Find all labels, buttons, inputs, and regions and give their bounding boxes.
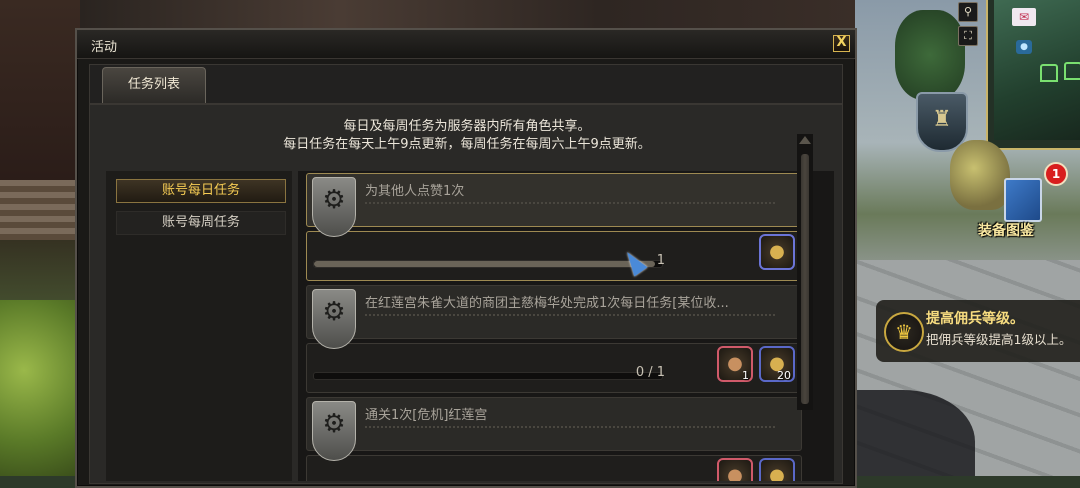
tab-quest-list[interactable]: 任务列表 — [102, 67, 206, 103]
grass-patch — [0, 300, 80, 476]
scroll-thumb[interactable] — [801, 154, 809, 404]
chat-icon[interactable]: ● — [1016, 40, 1032, 54]
gold-pouch-icon[interactable]: ● — [759, 234, 795, 270]
title-bar[interactable]: 活动 X — [77, 30, 855, 59]
equipment-book-label[interactable]: 装备图鉴 — [978, 220, 1034, 240]
quest-progress-row: 1 ● — [306, 231, 802, 281]
quest-emblem-icon: ⚙ — [312, 289, 356, 349]
window-title: 活动 — [91, 40, 118, 55]
notice-line: 每日及每周任务为服务器内所有角色共享。 — [343, 119, 591, 134]
quest-item[interactable]: 通关1次[危机]红莲宫 ● ● ⚙ — [306, 397, 802, 481]
reward-count: 1 — [742, 369, 749, 382]
quest-title: 为其他人点赞1次 — [365, 184, 465, 199]
stone-steps — [0, 180, 80, 240]
quest-item[interactable]: 为其他人点赞1次 1 ● ⚙ — [306, 173, 802, 283]
progress-bar — [313, 260, 663, 268]
quest-list: 为其他人点赞1次 1 ● ⚙ 在红莲宫朱雀大道的商团主慈梅华处完成1次每日任务[… — [298, 171, 834, 481]
mercenary-notice[interactable]: ♛ 提高佣兵等级。 把佣兵等级提高1级以上。 — [876, 300, 1080, 362]
reward-count: 20 — [777, 369, 791, 382]
mail-icon[interactable]: ✉ — [1012, 8, 1036, 26]
equipment-book-icon[interactable] — [1004, 178, 1042, 222]
tree — [895, 10, 965, 100]
activity-window: 活动 X 任务列表 每日及每周任务为服务器内所有角色共享。 每日任务在每天上午9… — [75, 28, 857, 488]
tab-strip: 任务列表 — [89, 64, 843, 104]
quest-panel: 每日及每周任务为服务器内所有角色共享。 每日任务在每天上午9点更新，每周任务在每… — [89, 104, 843, 484]
guild-shield-icon[interactable]: ♜ — [916, 92, 968, 152]
world-left-scenery — [0, 0, 80, 476]
fullscreen-icon[interactable]: ⛶ — [958, 26, 978, 46]
notice-line: 每日任务在每天上午9点更新，每周任务在每周六上午9点更新。 — [283, 137, 651, 152]
progress-fill — [314, 261, 656, 267]
gold-pouch-icon[interactable]: ● 20 — [759, 346, 795, 382]
quest-item[interactable]: 在红莲宫朱雀大道的商团主慈梅华处完成1次每日任务[某位收... 0 / 1 ● … — [306, 285, 802, 395]
category-daily[interactable]: 账号每日任务 — [116, 179, 286, 203]
gold-pouch-icon[interactable]: ● — [759, 458, 795, 481]
quest-emblem-icon: ⚙ — [312, 401, 356, 461]
category-list: 账号每日任务 账号每周任务 — [106, 171, 292, 481]
scroll-up-icon[interactable] — [799, 136, 811, 144]
quest-title: 通关1次[危机]红莲宫 — [365, 408, 488, 423]
stamina-bag-icon[interactable]: ● 1 — [717, 346, 753, 382]
quest-progress-row: ● ● — [306, 455, 802, 481]
divider — [365, 426, 775, 428]
scrollbar[interactable] — [797, 134, 813, 410]
notice-description: 把佣兵等级提高1级以上。 — [926, 332, 1072, 347]
divider — [365, 202, 775, 204]
quest-progress-row: 0 / 1 ● 1 ● 20 — [306, 343, 802, 393]
divider — [365, 314, 775, 316]
map-marker-icon — [1040, 64, 1058, 82]
stamina-bag-icon[interactable]: ● — [717, 458, 753, 481]
progress-text: 0 / 1 — [635, 365, 665, 380]
progress-bar — [313, 372, 663, 380]
quest-header: 通关1次[危机]红莲宫 — [306, 397, 802, 451]
quest-title: 在红莲宫朱雀大道的商团主慈梅华处完成1次每日任务[某位收... — [365, 296, 729, 311]
quest-header: 为其他人点赞1次 — [306, 173, 802, 227]
category-weekly[interactable]: 账号每周任务 — [116, 211, 286, 235]
zoom-icon[interactable]: ⚲ — [958, 2, 978, 22]
crown-icon: ♛ — [884, 312, 924, 352]
close-button[interactable]: X — [833, 35, 850, 52]
map-marker-icon — [1064, 62, 1080, 80]
pet-creature — [950, 140, 1010, 210]
world-top-scenery — [80, 0, 860, 28]
quest-header: 在红莲宫朱雀大道的商团主慈梅华处完成1次每日任务[某位收... — [306, 285, 802, 339]
notification-badge: 1 — [1044, 162, 1068, 186]
notice-title: 提高佣兵等级。 — [926, 311, 1024, 327]
quest-emblem-icon: ⚙ — [312, 177, 356, 237]
